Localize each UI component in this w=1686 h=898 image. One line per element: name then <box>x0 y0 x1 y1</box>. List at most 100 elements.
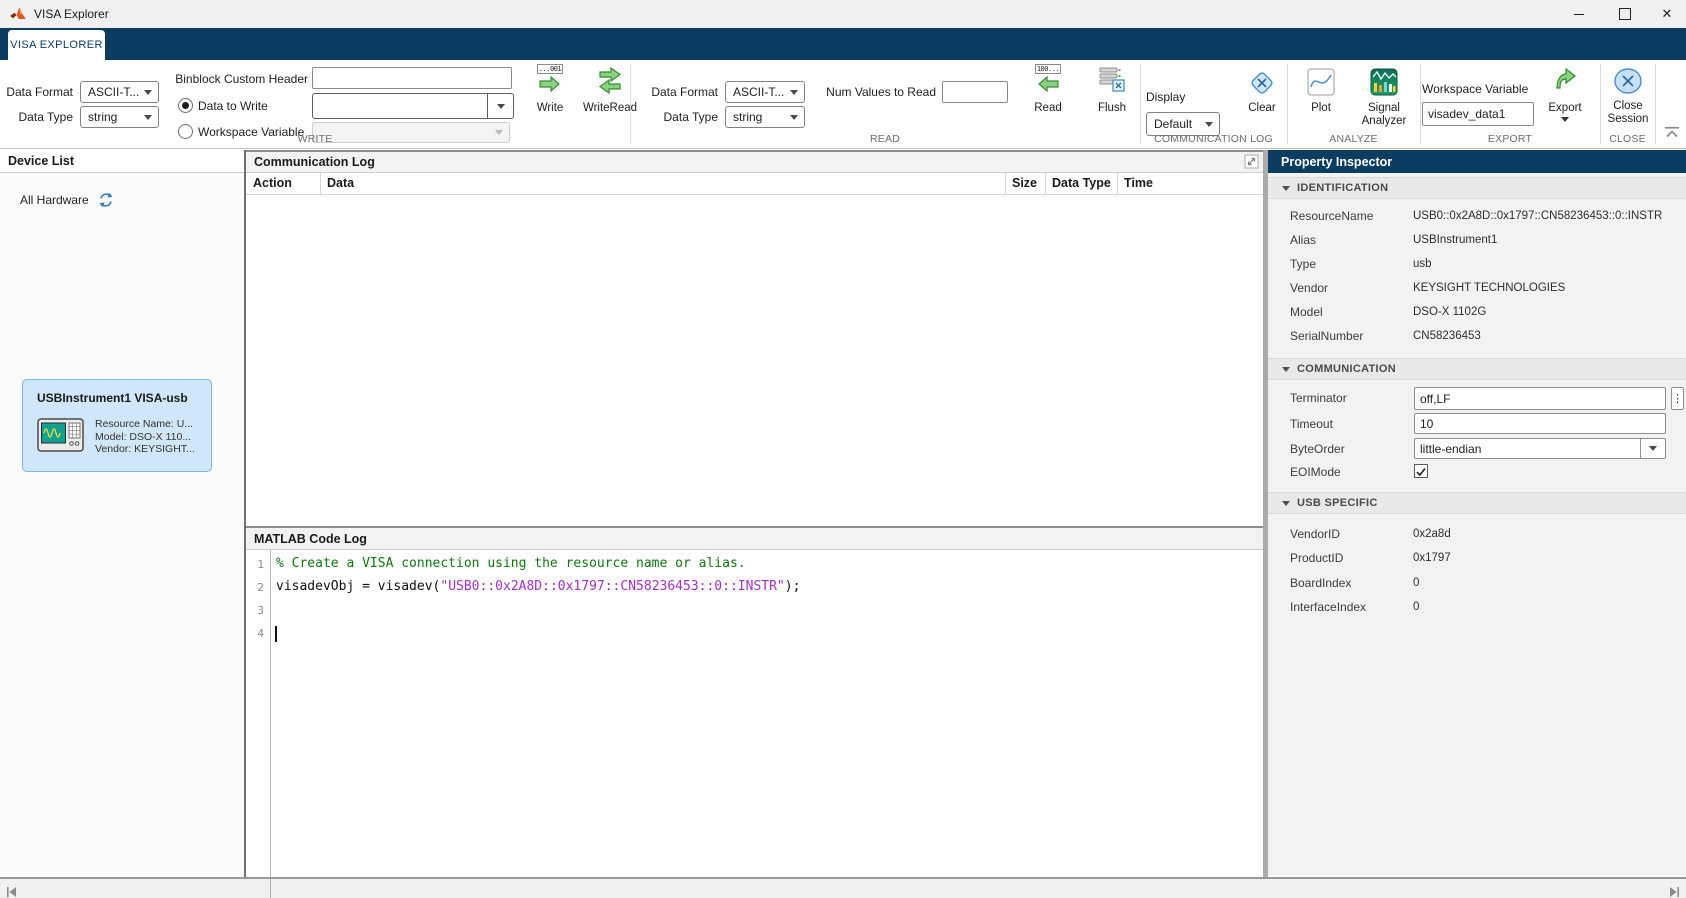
prop-value: 0x1797 <box>1413 552 1451 564</box>
byteorder-dropdown[interactable]: little-endian <box>1414 438 1666 459</box>
flush-icon <box>1099 64 1125 102</box>
tab-visa-explorer[interactable]: VISA EXPLORER <box>8 30 105 60</box>
prop-value: DSO-X 1102G <box>1413 306 1486 318</box>
text-cursor <box>275 626 277 642</box>
writeread-button[interactable]: WriteRead <box>576 64 644 115</box>
minimize-icon <box>1574 14 1584 15</box>
section-divider <box>630 64 631 144</box>
minimize-toolstrip-icon[interactable] <box>1664 126 1680 144</box>
write-data-format-dropdown[interactable]: ASCII-T... <box>80 81 159 103</box>
read-button[interactable]: 100... Read <box>1024 64 1072 115</box>
device-details: Resource Name: U... Model: DSO-X 110... … <box>95 418 207 456</box>
property-inspector-header: Property Inspector <box>1268 150 1686 173</box>
prop-label: InterfaceIndex <box>1290 600 1366 614</box>
chevron-down-icon <box>497 104 505 109</box>
display-label: Display <box>1146 90 1185 104</box>
column-time[interactable]: Time <box>1124 176 1153 190</box>
export-icon <box>1552 66 1578 102</box>
gutter-border <box>270 550 271 898</box>
prop-value: 0x2a8d <box>1413 528 1451 540</box>
read-icon: 100... <box>1035 64 1061 102</box>
signal-analyzer-icon <box>1370 68 1398 102</box>
export-section-label: EXPORT <box>1420 133 1600 145</box>
plot-button[interactable]: Plot <box>1297 68 1345 115</box>
timeout-input[interactable] <box>1414 413 1666 434</box>
binblock-header-label: Binblock Custom Header <box>160 72 308 86</box>
scroll-left-icon[interactable] <box>6 884 17 898</box>
column-action[interactable]: Action <box>253 176 292 190</box>
terminator-input[interactable] <box>1414 387 1666 410</box>
write-data-type-label: Data Type <box>0 110 73 124</box>
writeread-icon <box>598 64 622 102</box>
comm-log-section-label: COMMUNICATION LOG <box>1140 133 1287 145</box>
close-session-icon <box>1612 66 1644 100</box>
close-button[interactable]: ✕ <box>1648 0 1686 28</box>
binblock-header-input[interactable] <box>312 67 512 89</box>
tab-label: VISA EXPLORER <box>10 39 103 51</box>
flush-button[interactable]: Flush <box>1086 64 1138 115</box>
data-to-write-label: Data to Write <box>198 99 268 113</box>
clear-button[interactable]: Clear <box>1238 68 1286 115</box>
matlab-code-log-editor[interactable]: 1 2 3 4 % Create a VISA connection using… <box>246 550 1263 877</box>
property-inspector-body: IDENTIFICATION ResourceName USB0::0x2A8D… <box>1268 173 1686 875</box>
column-size[interactable]: Size <box>1012 176 1037 190</box>
prop-value: usb <box>1413 258 1432 270</box>
data-to-write-radio[interactable] <box>178 98 193 113</box>
prop-label: ByteOrder <box>1290 442 1345 456</box>
terminator-more-button[interactable]: ⋮ <box>1671 387 1684 410</box>
window-title: VISA Explorer <box>34 7 109 21</box>
section-communication[interactable]: COMMUNICATION <box>1268 358 1686 380</box>
section-divider <box>1420 64 1421 144</box>
signal-analyzer-button[interactable]: Signal Analyzer <box>1352 68 1416 128</box>
check-icon <box>1415 466 1427 478</box>
data-to-write-combo[interactable] <box>312 93 514 119</box>
code-line-1: % Create a VISA connection using the res… <box>276 556 746 571</box>
clear-icon <box>1247 68 1277 102</box>
prop-label: Vendor <box>1290 281 1328 295</box>
close-session-button[interactable]: Close Session <box>1601 66 1655 126</box>
prop-label: Terminator <box>1290 391 1347 405</box>
undock-panel-icon[interactable] <box>1244 154 1259 174</box>
prop-label: ResourceName <box>1290 209 1373 223</box>
device-card-usbinstrument1[interactable]: USBInstrument1 VISA-usb Resource <box>22 379 212 472</box>
dropdown-button[interactable] <box>1640 439 1665 458</box>
bottom-status-strip <box>0 877 1686 898</box>
column-data-type[interactable]: Data Type <box>1052 176 1111 190</box>
combo-dropdown-button[interactable] <box>487 94 513 118</box>
section-divider <box>1655 64 1656 144</box>
export-button[interactable]: Export <box>1540 66 1590 122</box>
export-workspace-variable-input[interactable] <box>1422 102 1534 126</box>
maximize-button[interactable] <box>1602 0 1648 28</box>
write-button[interactable]: ...001 Write <box>524 64 576 115</box>
device-list-header: Device List <box>0 150 244 173</box>
read-data-format-label: Data Format <box>640 85 718 99</box>
write-data-type-dropdown[interactable]: string <box>80 106 159 128</box>
comm-log-table-header: Action Data Size Data Type Time <box>246 173 1263 195</box>
num-values-label: Num Values to Read <box>818 85 936 99</box>
section-usb-specific[interactable]: USB SPECIFIC <box>1268 492 1686 514</box>
eoimode-checkbox[interactable] <box>1414 464 1428 478</box>
write-section-label: WRITE <box>0 133 630 145</box>
comm-log-table-body[interactable] <box>246 195 1263 526</box>
refresh-icon[interactable] <box>98 192 114 213</box>
prop-label: BoardIndex <box>1290 576 1351 590</box>
column-data[interactable]: Data <box>327 176 354 190</box>
prop-label: Timeout <box>1290 417 1333 431</box>
collapse-triangle-icon <box>1282 367 1290 372</box>
prop-value: KEYSIGHT TECHNOLOGIES <box>1413 282 1565 294</box>
line-number: 1 <box>246 558 264 571</box>
write-icon: ...001 <box>537 64 563 102</box>
read-data-format-dropdown[interactable]: ASCII-T... <box>725 81 805 103</box>
prop-value: 0 <box>1413 577 1419 589</box>
line-number: 2 <box>246 581 264 594</box>
num-values-input[interactable] <box>942 81 1008 103</box>
minimize-button[interactable] <box>1556 0 1602 28</box>
device-model: Model: DSO-X 110... <box>95 431 207 444</box>
communication-log-header: Communication Log <box>246 150 1263 173</box>
read-data-type-dropdown[interactable]: string <box>725 106 805 128</box>
chevron-down-icon <box>790 115 798 120</box>
scroll-right-icon[interactable] <box>1669 884 1680 898</box>
section-identification[interactable]: IDENTIFICATION <box>1268 177 1686 199</box>
write-data-format-label: Data Format <box>0 85 73 99</box>
chevron-down-icon <box>144 115 152 120</box>
